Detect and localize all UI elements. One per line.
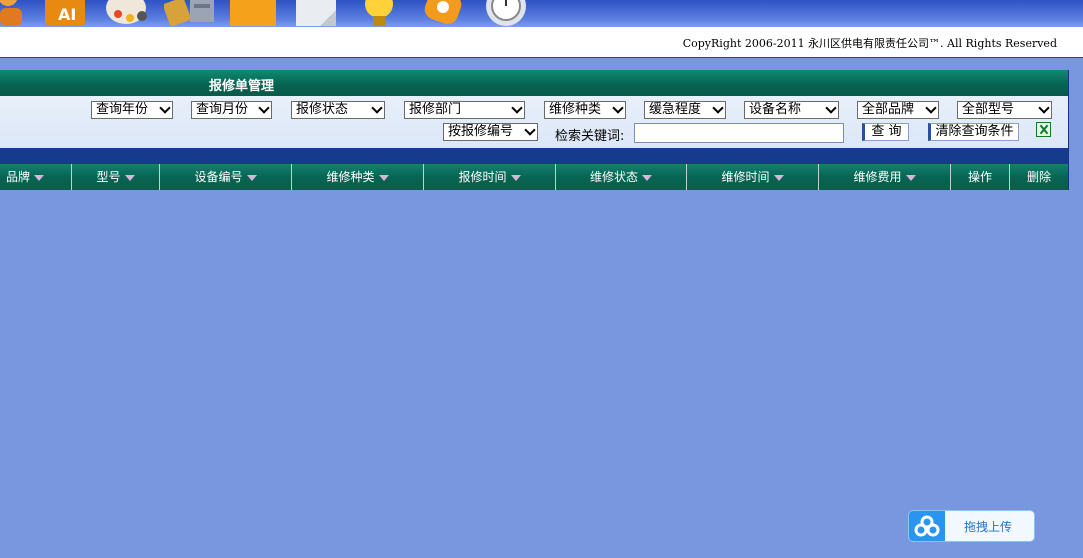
tag-icon[interactable] (420, 0, 466, 26)
sort-down-icon (378, 174, 389, 181)
urgency-select[interactable]: 缓急程度 (644, 101, 726, 119)
year-select[interactable]: 查询年份 (91, 101, 173, 119)
column-header-category[interactable]: 维修种类 (292, 164, 424, 190)
column-header-delete: 删除 (1010, 164, 1068, 190)
month-select[interactable]: 查询月份 (191, 101, 272, 119)
repair-order-panel: 报修单管理 查询年份 查询月份 报修状态 报修部门 维修种类 缓急程度 设备名称… (0, 70, 1069, 190)
keyword-label: 检索关键词: (555, 129, 625, 144)
dept-select[interactable]: 报修部门 (404, 101, 525, 119)
palette-icon[interactable] (104, 0, 152, 26)
column-label: 维修时间 (721, 170, 770, 184)
document-icon[interactable] (296, 0, 338, 26)
sort-down-icon (246, 174, 257, 181)
clock-icon[interactable] (484, 0, 528, 26)
column-label: 报修时间 (458, 170, 507, 184)
device-name-select-value: 设备名称 (749, 102, 802, 117)
folder-icon[interactable] (230, 0, 276, 26)
cloud-upload-icon (909, 511, 945, 541)
divider-band (0, 148, 1068, 164)
order-by-select-value: 按报修编号 (448, 124, 514, 139)
panel-title-bar: 报修单管理 (0, 70, 1068, 96)
sort-down-icon (773, 174, 784, 181)
column-label: 删除 (1026, 170, 1051, 184)
sort-down-icon (905, 174, 916, 181)
user-icon[interactable] (0, 0, 28, 26)
clear-conditions-button[interactable]: 清除查询条件 (928, 123, 1019, 141)
column-label: 型号 (96, 170, 121, 184)
year-select-value: 查询年份 (96, 102, 149, 117)
drag-upload-button[interactable]: 拖拽上传 (908, 510, 1035, 542)
column-header-repair-cost[interactable]: 维修费用 (819, 164, 951, 190)
query-button[interactable]: 查 询 (862, 123, 909, 141)
excel-export-icon[interactable] (1036, 122, 1051, 137)
urgency-select-value: 缓急程度 (649, 102, 702, 117)
column-label: 操作 (967, 170, 992, 184)
status-select[interactable]: 报修状态 (291, 101, 385, 119)
column-header-model[interactable]: 型号 (72, 164, 160, 190)
column-label: 维修费用 (853, 170, 902, 184)
status-select-value: 报修状态 (296, 102, 349, 117)
column-header-report-time[interactable]: 报修时间 (424, 164, 556, 190)
device-name-select[interactable]: 设备名称 (744, 101, 839, 119)
model-select[interactable]: 全部型号 (957, 101, 1052, 119)
category-select[interactable]: 维修种类 (544, 101, 626, 119)
sort-down-icon (510, 174, 521, 181)
copyright-text: CopyRight 2006-2011 永川区供电有限责任公司™. All Ri… (682, 37, 1057, 50)
lightbulb-icon[interactable] (364, 0, 394, 26)
column-header-brand[interactable]: 品牌 (0, 164, 72, 190)
dept-select-value: 报修部门 (409, 102, 462, 117)
keyword-input[interactable] (634, 123, 844, 143)
table-header: 品牌 型号 设备编号 维修种类 报修时间 维修状态 维修时间 维修费用 操作 删… (0, 164, 1068, 190)
column-label: 维修状态 (589, 170, 638, 184)
svg-text:AI: AI (58, 5, 76, 24)
copyright-bar: CopyRight 2006-2011 永川区供电有限责任公司™. All Ri… (0, 27, 1083, 58)
order-by-select[interactable]: 按报修编号 (443, 123, 538, 141)
model-select-value: 全部型号 (962, 102, 1015, 117)
brand-select[interactable]: 全部品牌 (857, 101, 939, 119)
column-header-device-no[interactable]: 设备编号 (160, 164, 292, 190)
sort-down-icon (642, 174, 652, 181)
column-header-repair-time[interactable]: 维修时间 (687, 164, 819, 190)
column-label: 设备编号 (194, 170, 243, 184)
tools-icon[interactable] (164, 0, 218, 26)
brand-select-value: 全部品牌 (862, 102, 915, 117)
top-toolbar: AI (0, 0, 1083, 27)
column-label: 品牌 (6, 170, 31, 184)
sort-down-icon (34, 174, 45, 181)
category-select-value: 维修种类 (549, 102, 602, 117)
month-select-value: 查询月份 (196, 102, 249, 117)
sort-down-icon (124, 174, 135, 181)
drag-upload-label: 拖拽上传 (964, 520, 1013, 534)
panel-title: 报修单管理 (209, 79, 275, 94)
illustrator-icon[interactable]: AI (44, 0, 86, 26)
column-header-actions: 操作 (951, 164, 1010, 190)
column-header-repair-status[interactable]: 维修状态 (556, 164, 687, 190)
column-label: 维修种类 (326, 170, 375, 184)
